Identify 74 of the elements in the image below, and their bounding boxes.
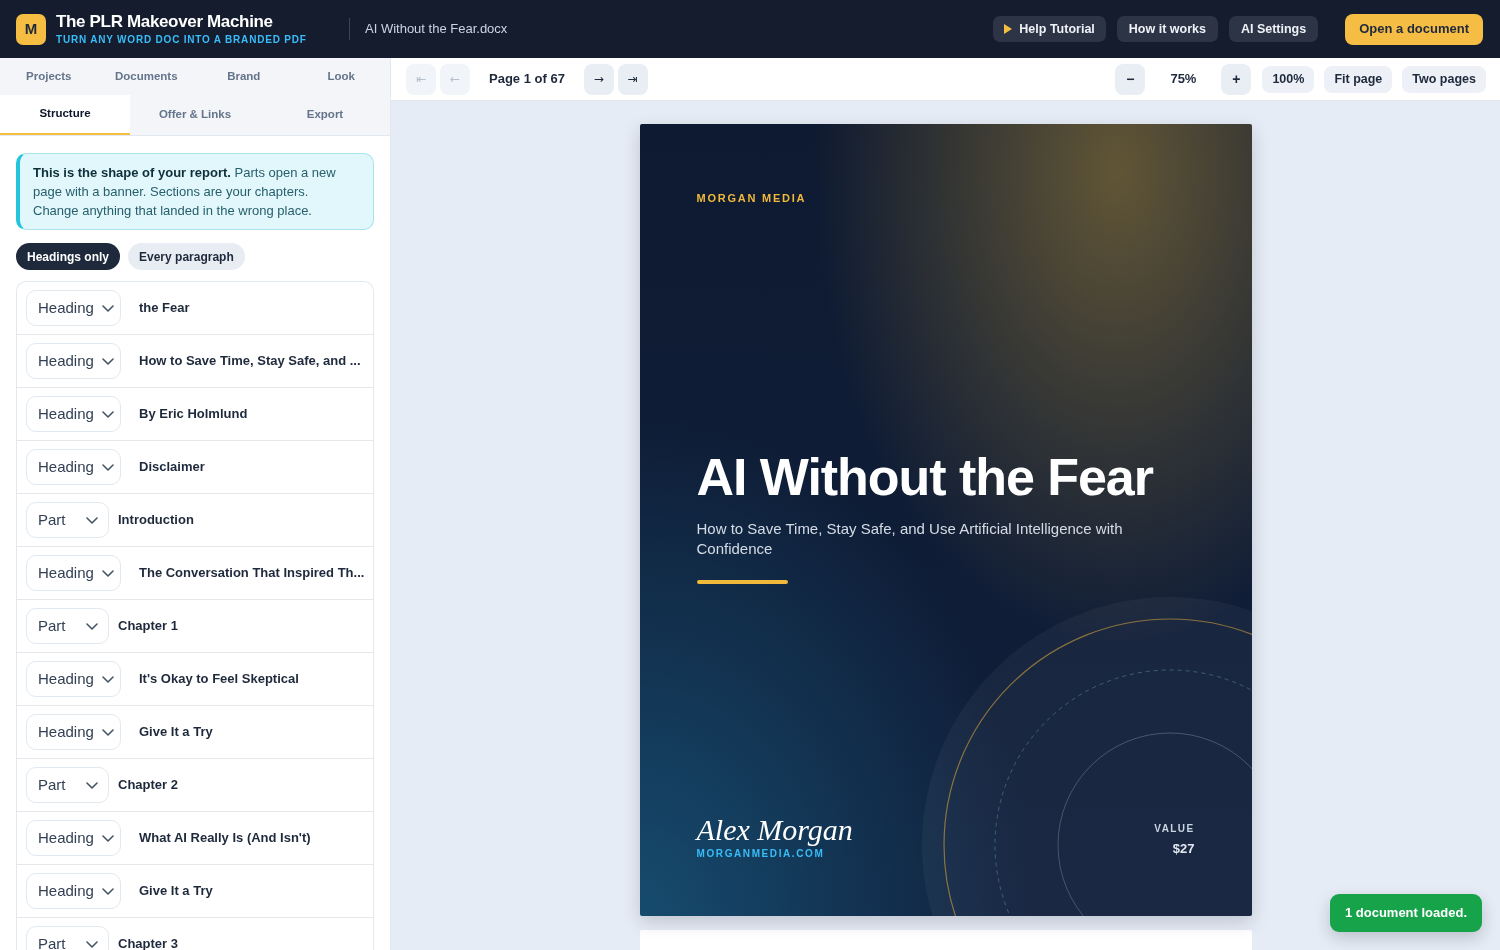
app-tagline: TURN ANY WORD DOC INTO A BRANDED PDF bbox=[56, 34, 307, 46]
nav-tab[interactable]: Brand bbox=[195, 58, 293, 95]
heading-title: Disclaimer bbox=[139, 458, 205, 477]
part-title: Chapter 1 bbox=[118, 617, 178, 636]
heading-title: What AI Really Is (And Isn't) bbox=[139, 829, 311, 848]
sub-tab[interactable]: Export bbox=[260, 95, 390, 135]
info-callout: This is the shape of your report. Parts open a new page with a banner. Sections are your chapters. Change anything that landed in the wrong place. bbox=[16, 153, 374, 230]
heading-title: The Conversation That Inspired Th... bbox=[139, 564, 365, 583]
chevron-down-icon bbox=[86, 622, 98, 630]
chevron-down-icon bbox=[86, 516, 98, 524]
part-title: Introduction bbox=[118, 511, 194, 530]
open-document-button[interactable]: Open a document bbox=[1345, 13, 1483, 45]
chevron-down-icon bbox=[101, 410, 114, 418]
header-button[interactable]: How it works bbox=[1116, 16, 1218, 42]
header-button[interactable]: AI Settings bbox=[1228, 16, 1319, 42]
type-select[interactable]: Part bbox=[26, 608, 109, 644]
chevron-down-icon bbox=[101, 675, 114, 683]
page-indicator: Page 1 of 67 bbox=[489, 70, 565, 89]
chevron-down-icon bbox=[101, 569, 114, 577]
heading-title: By Eric Holmlund bbox=[139, 405, 248, 424]
sub-tab[interactable]: Structure bbox=[0, 95, 130, 135]
website-url: MORGANMEDIA.COM bbox=[696, 848, 825, 860]
play-icon bbox=[1004, 24, 1013, 34]
chevron-down-icon bbox=[86, 940, 98, 948]
nav-tab[interactable]: Documents bbox=[97, 58, 195, 95]
nav-tab[interactable]: Look bbox=[292, 58, 390, 95]
chevron-down-icon bbox=[101, 463, 114, 471]
chevron-down-icon bbox=[101, 834, 114, 842]
type-select[interactable]: Heading bbox=[26, 343, 121, 379]
zoom-out-button[interactable]: − bbox=[1115, 63, 1146, 95]
last-page-button[interactable]: ⇥ bbox=[617, 63, 648, 95]
heading-title: the Fear bbox=[139, 299, 190, 318]
publisher-name: MORGAN MEDIA bbox=[696, 192, 807, 205]
type-select[interactable]: Heading bbox=[26, 396, 121, 432]
cover-subtitle: How to Save Time, Stay Safe, and Use Artificial Intelligence with Confidence bbox=[696, 519, 1124, 559]
chevron-down-icon bbox=[101, 887, 114, 895]
next-page-button[interactable]: → bbox=[583, 63, 614, 95]
type-select[interactable]: Part bbox=[26, 926, 109, 950]
zoom-level: 75% bbox=[1169, 70, 1198, 89]
toast-message: 1 document loaded. bbox=[1329, 894, 1482, 932]
view-toggle[interactable]: Every paragraph bbox=[128, 243, 245, 270]
chevron-down-icon bbox=[101, 304, 114, 312]
type-select[interactable]: Heading bbox=[26, 661, 121, 697]
heading-title: Give It a Try bbox=[139, 723, 213, 742]
author-signature: Alex Morgan bbox=[696, 813, 853, 847]
chevron-down-icon bbox=[101, 728, 114, 736]
view-toggle[interactable]: Headings only bbox=[16, 243, 120, 270]
chevron-down-icon bbox=[101, 357, 114, 365]
view-button[interactable]: Fit page bbox=[1324, 65, 1393, 93]
logo-badge: M bbox=[16, 13, 46, 45]
sub-tab[interactable]: Offer & Links bbox=[130, 95, 260, 135]
app-title: The PLR Makeover Machine bbox=[56, 12, 273, 32]
zoom-in-button[interactable]: + bbox=[1221, 63, 1252, 95]
view-button[interactable]: Two pages bbox=[1402, 65, 1486, 93]
type-select[interactable]: Part bbox=[26, 502, 109, 538]
type-select[interactable]: Heading bbox=[26, 820, 121, 856]
price-text: $27 bbox=[1172, 841, 1195, 856]
heading-title: Give It a Try bbox=[139, 882, 213, 901]
type-select[interactable]: Heading bbox=[26, 555, 121, 591]
nav-tab[interactable]: Projects bbox=[0, 58, 98, 95]
part-title: Chapter 2 bbox=[118, 776, 178, 795]
type-select[interactable]: Heading bbox=[26, 449, 121, 485]
type-select[interactable]: Part bbox=[26, 767, 109, 803]
type-select[interactable]: Heading bbox=[26, 873, 121, 909]
cover-title: AI Without the Fear bbox=[696, 450, 1153, 504]
heading-title: It's Okay to Feel Skeptical bbox=[139, 670, 299, 689]
tutorial-button[interactable]: Help Tutorial bbox=[993, 16, 1106, 42]
chevron-down-icon bbox=[86, 781, 98, 789]
value-label: VALUE bbox=[1154, 823, 1195, 835]
view-button[interactable]: 100% bbox=[1262, 65, 1315, 93]
file-name: AI Without the Fear.docx bbox=[365, 20, 508, 39]
heading-title: How to Save Time, Stay Safe, and ... bbox=[139, 352, 361, 371]
type-select[interactable]: Heading bbox=[26, 714, 121, 750]
type-select[interactable]: Heading bbox=[26, 290, 121, 326]
